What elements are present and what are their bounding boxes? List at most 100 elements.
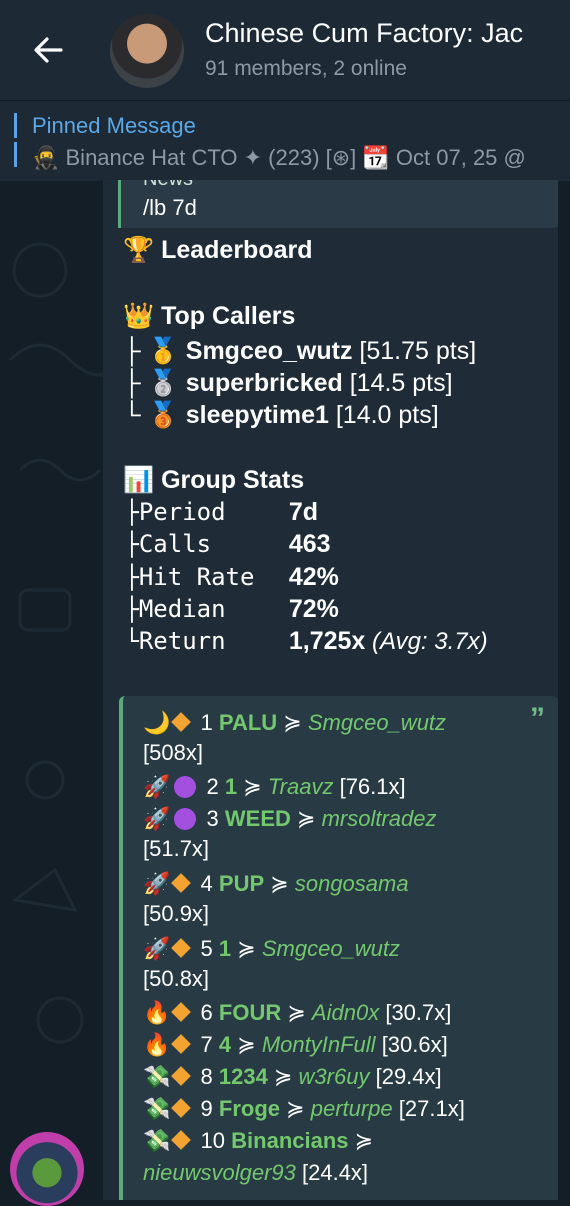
caller-row: └ 🥉 sleepytime1 [14.0 pts]	[123, 401, 439, 430]
call-row: 🔥 7 4 ≽ MontyInFull [30.6x]	[143, 1032, 448, 1058]
call-rank: 6	[200, 1000, 213, 1025]
stat-key: Return	[138, 627, 226, 655]
call-row: 💸 10 Binancians ≽	[143, 1128, 373, 1154]
orange-diamond-icon	[171, 873, 192, 893]
call-row: 🚀 5 1 ≽ Smgceo_wutz	[143, 936, 400, 962]
message-bubble[interactable]: News /lb 7d 🏆 Leaderboard 👑 Top Callers …	[103, 180, 558, 1200]
chat-avatar[interactable]	[110, 14, 184, 88]
stat-row: ├Hit Rate 42%	[125, 563, 339, 592]
separator: ≽	[286, 1096, 305, 1121]
status-emoji: 🌙	[143, 710, 171, 735]
stat-value: 7d	[288, 498, 319, 526]
chat-title[interactable]: Chinese Cum Factory: Jac	[205, 18, 523, 49]
token-link[interactable]: 4	[219, 1032, 231, 1057]
orange-diamond-icon	[171, 1066, 192, 1086]
user-link[interactable]: w3r6uy	[299, 1064, 370, 1089]
call-multiplier: [50.9x]	[143, 901, 210, 926]
call-multiplier: [50.8x]	[143, 966, 210, 991]
token-link[interactable]: 1	[225, 774, 237, 799]
status-emoji: 💸	[143, 1064, 171, 1089]
user-link[interactable]: mrsoltradez	[322, 806, 437, 831]
call-rank: 10	[200, 1128, 226, 1153]
call-row: 🌙 1 PALU ≽ Smgceo_wutz	[143, 710, 446, 736]
calls-quote-card[interactable]: ” 🌙 1 PALU ≽ Smgceo_wutz [508x] 🚀 2 1 ≽ …	[119, 696, 558, 1200]
user-link[interactable]: Traavz	[268, 774, 334, 799]
status-emoji: 🔥	[143, 1032, 171, 1057]
call-row: 🔥 6 FOUR ≽ Aidn0x [30.7x]	[143, 1000, 451, 1026]
stat-key: Period	[138, 498, 226, 526]
orange-diamond-icon	[171, 1002, 192, 1022]
user-link[interactable]: nieuwsvolger93	[143, 1160, 296, 1185]
top-callers-title: 👑 Top Callers	[123, 302, 296, 330]
tree-branch: ├	[123, 369, 141, 397]
call-row-continuation: nieuwsvolger93 [24.4x]	[143, 1160, 368, 1186]
sender-avatar[interactable]	[10, 1132, 84, 1206]
call-row: 💸 8 1234 ≽ w3r6uy [29.4x]	[143, 1064, 442, 1090]
stat-row: └Return 1,725x (Avg: 3.7x)	[125, 627, 488, 656]
call-multiplier: [76.1x]	[339, 774, 406, 799]
tree-branch: └	[125, 629, 139, 655]
status-emoji: 💸	[143, 1128, 171, 1153]
tree-branch: ├	[125, 565, 139, 591]
leaderboard-title: 🏆 Leaderboard	[123, 236, 313, 264]
call-rank: 4	[200, 871, 213, 896]
token-link[interactable]: Froge	[219, 1096, 280, 1121]
tree-branch: ├	[125, 532, 139, 558]
group-stats-title: 📊 Group Stats	[123, 466, 305, 494]
user-link[interactable]: Aidn0x	[312, 1000, 379, 1025]
stat-extra: (Avg: 3.7x)	[365, 628, 488, 655]
call-row: 💸 9 Froge ≽ perturpe [27.1x]	[143, 1096, 465, 1122]
token-link[interactable]: 1234	[219, 1064, 268, 1089]
reply-quote[interactable]: News /lb 7d	[118, 180, 558, 228]
stat-row: ├Period 7d	[125, 498, 318, 527]
call-multiplier: [27.1x]	[398, 1096, 465, 1121]
token-link[interactable]: WEED	[225, 806, 291, 831]
user-link[interactable]: Smgceo_wutz	[308, 710, 446, 735]
orange-diamond-icon	[171, 1034, 192, 1054]
separator: ≽	[270, 871, 289, 896]
separator: ≽	[354, 1128, 374, 1153]
pinned-message-bar[interactable]: Pinned Message 🥷 Binance Hat CTO ✦ (223)…	[0, 100, 570, 181]
user-link[interactable]: songosama	[295, 871, 409, 896]
separator: ≽	[297, 806, 316, 831]
stat-value: 1,725x	[288, 627, 366, 655]
orange-diamond-icon	[171, 1098, 192, 1118]
stat-key: Hit Rate	[138, 563, 255, 591]
call-rank: 9	[200, 1096, 213, 1121]
caller-row: ├ 🥇 Smgceo_wutz [51.75 pts]	[123, 337, 476, 366]
status-emoji: 💸	[143, 1096, 171, 1121]
caller-name: Smgceo_wutz	[185, 337, 353, 365]
separator: ≽	[287, 1000, 306, 1025]
user-link[interactable]: MontyInFull	[262, 1032, 376, 1057]
orange-diamond-icon	[171, 1130, 192, 1150]
status-emoji: 🚀	[143, 871, 171, 896]
stat-value: 72%	[288, 595, 339, 623]
token-link[interactable]: PUP	[219, 871, 264, 896]
call-rank: 8	[200, 1064, 213, 1089]
call-rank: 2	[206, 774, 219, 799]
pinned-label: Pinned Message	[32, 113, 196, 138]
stat-value: 42%	[288, 563, 339, 591]
user-link[interactable]: perturpe	[311, 1096, 393, 1121]
call-row: 🚀 4 PUP ≽ songosama	[143, 871, 409, 897]
user-link[interactable]: Smgceo_wutz	[262, 936, 400, 961]
back-button[interactable]	[26, 30, 70, 70]
chat-subtitle: 91 members, 2 online	[205, 57, 407, 80]
call-rank: 5	[200, 936, 213, 961]
token-link[interactable]: FOUR	[219, 1000, 281, 1025]
purple-circle-icon	[174, 808, 197, 830]
stat-key: Calls	[138, 530, 212, 558]
caller-name: superbricked	[185, 369, 343, 397]
token-link[interactable]: 1	[219, 936, 231, 961]
tree-branch: ├	[125, 500, 139, 526]
caller-points: [51.75 pts]	[352, 337, 477, 365]
token-link[interactable]: Binancians	[231, 1128, 348, 1153]
separator: ≽	[243, 774, 262, 799]
token-link[interactable]: PALU	[219, 710, 277, 735]
caller-points: [14.0 pts]	[328, 401, 439, 429]
caller-name: sleepytime1	[185, 401, 329, 429]
stat-row: ├Median 72%	[125, 595, 339, 624]
reply-quote-title: News	[143, 180, 193, 191]
medal-icon: 🥇	[147, 337, 179, 365]
call-rank: 1	[200, 710, 213, 735]
